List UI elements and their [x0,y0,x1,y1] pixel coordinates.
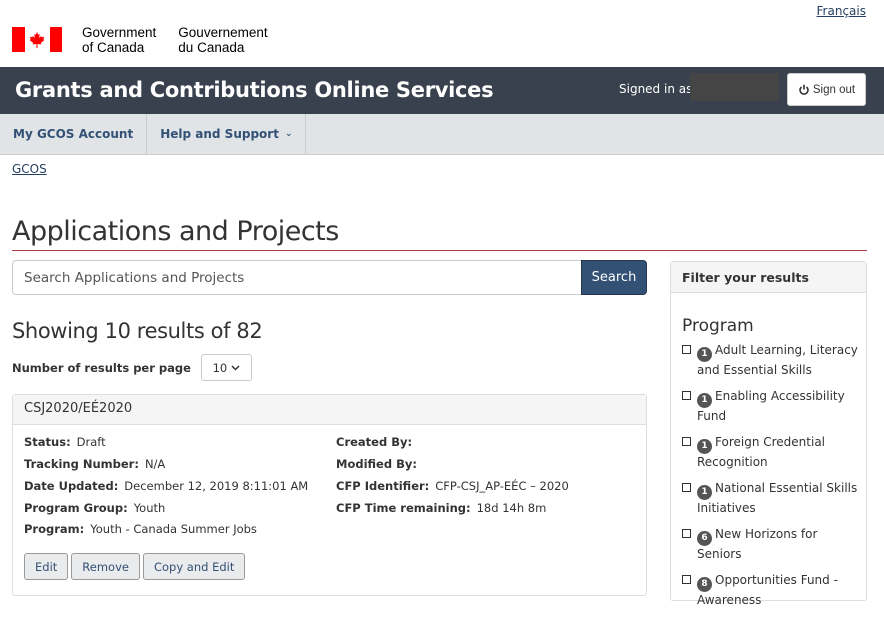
results-per-page-select[interactable]: 10 [200,354,252,381]
checkbox[interactable] [682,437,691,446]
maple-leaf-icon [29,31,45,48]
remove-button[interactable]: Remove [71,553,140,580]
filter-option-label: Opportunities Fund - Awareness [697,573,838,607]
field-cfp-time-remaining: CFP Time remaining: 18d 14h 8m [336,501,547,515]
app-header: Grants and Contributions Online Services… [0,67,884,114]
results-per-page: Number of results per page 10 [12,354,252,381]
redacted-username [690,73,779,101]
count-badge: 1 [697,485,712,500]
checkbox[interactable] [682,483,691,492]
results-per-page-label: Number of results per page [12,360,191,375]
app-title[interactable]: Grants and Contributions Online Services [15,78,494,102]
application-card: CSJ2020/EÉ2020 Status: Draft Tracking Num… [12,394,647,596]
count-badge: 1 [697,347,712,362]
checkbox[interactable] [682,345,691,354]
canada-flag-icon [12,27,62,52]
checkbox[interactable] [682,391,691,400]
menu-item-label: Help and Support [160,127,279,141]
chevron-down-icon [231,364,240,371]
breadcrumb-gcos[interactable]: GCOS [12,162,47,176]
filter-option[interactable]: 1 Enabling Accessibility Fund [682,388,862,425]
selected-value: 10 [212,360,228,375]
field-date-updated: Date Updated: December 12, 2019 8:11:01 A… [24,479,309,493]
field-modified-by: Modified By: [336,457,417,471]
power-icon [799,84,809,95]
filter-option-label: National Essential Skills Initiatives [697,481,858,515]
filter-option[interactable]: 8 Opportunities Fund - Awareness [682,572,862,609]
brand-french: Gouvernement du Canada [178,25,268,55]
search-input[interactable] [12,260,581,295]
search-button[interactable]: Search [581,260,647,295]
results-count-heading: Showing 10 results of 82 [12,319,263,343]
checkbox[interactable] [682,575,691,584]
count-badge: 1 [697,393,712,408]
language-toggle-link[interactable]: Français [817,4,866,18]
brand-english: Government of Canada [82,25,157,55]
filter-option-label: Foreign Credential Recognition [697,435,826,469]
program-filter-list: 1 Adult Learning, Literacy and Essential … [682,342,862,618]
menu-item-help-and-support[interactable]: Help and Support ⌄ [147,114,307,154]
field-created-by: Created By: [336,435,413,449]
filter-option-label: New Horizons for Seniors [697,527,818,561]
filter-option[interactable]: 6 New Horizons for Seniors [682,526,862,563]
chevron-down-icon: ⌄ [284,129,293,139]
checkbox[interactable] [682,529,691,538]
count-badge: 8 [697,577,712,592]
page-title: Applications and Projects [12,216,867,251]
filter-heading: Filter your results [671,262,866,293]
filter-option[interactable]: 1 Adult Learning, Literacy and Essential … [682,342,862,379]
filter-option-label: Enabling Accessibility Fund [697,389,845,423]
field-program-group: Program Group: Youth [24,501,166,515]
filter-option[interactable]: 1 Foreign Credential Recognition [682,434,862,471]
main-menu: My GCOS Account Help and Support ⌄ [0,114,884,155]
filter-option[interactable]: 1 National Essential Skills Initiatives [682,480,862,517]
count-badge: 1 [697,439,712,454]
count-badge: 6 [697,531,712,546]
government-of-canada-signature[interactable]: Government of Canada Gouvernement du Can… [12,25,268,55]
edit-button[interactable]: Edit [24,553,69,580]
field-program: Program: Youth - Canada Summer Jobs [24,522,257,536]
application-title: CSJ2020/EÉ2020 [13,395,646,425]
field-status: Status: Draft [24,435,106,449]
menu-item-my-gcos-account[interactable]: My GCOS Account [0,114,148,154]
sign-out-button[interactable]: Sign out [787,73,866,106]
field-cfp-identifier: CFP Identifier: CFP-CSJ_AP-EÉC – 2020 [336,479,569,493]
copy-and-edit-button[interactable]: Copy and Edit [142,553,246,580]
filter-panel: Filter your results Program 1 Adult Learn… [670,261,867,607]
filter-section-program: Program [682,316,754,336]
field-tracking-number: Tracking Number: N/A [24,457,166,471]
card-actions: Edit Remove Copy and Edit [24,553,246,580]
search-bar: Search [12,260,647,295]
filter-option-label: Adult Learning, Literacy and Essential S… [697,343,858,377]
menu-item-label: My GCOS Account [13,127,134,141]
signed-in-label: Signed in as [619,82,693,96]
sign-out-label: Sign out [812,83,856,96]
